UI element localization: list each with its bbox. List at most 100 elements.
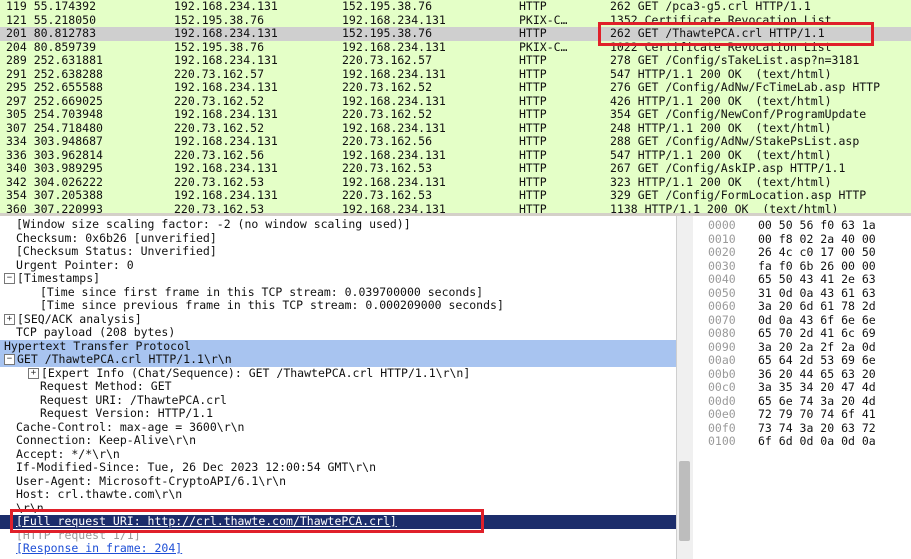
hex-bytes[interactable]: 3a 35 34 20 47 4d [758, 380, 876, 395]
packet-row[interactable]: 360 307.220993 220.73.162.53 192.168.234.1… [0, 201, 911, 213]
packet-info: 288 GET /Config/AdNw/StakePsList.asp [610, 134, 860, 148]
detail-row[interactable]: Checksum: 0x6b26 [unverified] [0, 231, 676, 246]
packet-destination: 192.168.234.131 [342, 12, 446, 27]
hex-bytes[interactable]: 00 50 56 f0 63 1a [758, 218, 876, 233]
packet-protocol: HTTP [519, 93, 547, 108]
detail-row[interactable]: Cache-Control: max-age = 3600\r\n [0, 420, 676, 435]
packet-row[interactable]: 119 55.174392 192.168.234.131 152.195.38.7… [0, 0, 911, 14]
detail-row-text: [SEQ/ACK analysis] [17, 311, 142, 326]
detail-row-text: Urgent Pointer: 0 [16, 257, 134, 272]
hex-bytes[interactable]: 36 20 44 65 63 20 [758, 367, 876, 382]
detail-row[interactable]: Host: crl.thawte.com\r\n [0, 487, 676, 502]
packet-row[interactable]: 307 254.718480 220.73.162.52 192.168.234.1… [0, 120, 911, 135]
detail-row-text: User-Agent: Microsoft-CryptoAPI/6.1\r\n [16, 473, 287, 488]
detail-row-text: Request Version: HTTP/1.1 [40, 406, 214, 420]
packet-source: 192.168.234.131 [174, 80, 278, 94]
hex-row: 0020 26 4c c0 17 00 50 [700, 245, 911, 260]
hex-row: 0030 fa f0 6b 26 00 00 [700, 259, 911, 274]
hex-bytes[interactable]: 26 4c c0 17 00 50 [758, 245, 876, 260]
collapse-icon[interactable]: − [4, 354, 15, 365]
packet-source: 192.168.234.131 [174, 107, 278, 121]
packet-no-time: 289 252.631881 [6, 53, 103, 67]
detail-row-text: [Time since first frame in this TCP stre… [40, 284, 484, 299]
hex-offset: 0080 [708, 326, 736, 340]
packet-destination: 220.73.162.52 [342, 80, 433, 94]
packet-info: 547 HTTP/1.1 200 OK (text/html) [610, 66, 832, 81]
packet-destination: 192.168.234.131 [342, 120, 446, 135]
detail-row[interactable]: User-Agent: Microsoft-CryptoAPI/6.1\r\n [0, 473, 676, 489]
packet-source: 152.195.38.76 [174, 39, 265, 54]
hex-bytes[interactable]: 72 79 70 74 6f 41 [758, 407, 876, 422]
packet-protocol: HTTP [519, 120, 547, 135]
packet-row[interactable]: 291 252.638288 220.73.162.57 192.168.234.1… [0, 66, 911, 81]
details-scrollbar[interactable] [676, 216, 693, 559]
hex-bytes[interactable]: 65 6e 74 3a 20 4d [758, 394, 876, 409]
detail-row[interactable]: − GET /ThawtePCA.crl HTTP/1.1\r\n [0, 352, 676, 367]
packet-row[interactable]: 295 252.655588 192.168.234.131 220.73.162.… [0, 80, 911, 95]
detail-row[interactable]: Accept: */*\r\n [0, 447, 676, 462]
detail-row[interactable]: [Response in frame: 204] [0, 541, 676, 556]
hex-offset: 0000 [708, 218, 736, 232]
detail-row[interactable]: Request Method: GET [0, 379, 676, 394]
detail-row[interactable]: − [Timestamps] [0, 271, 676, 286]
detail-row[interactable]: + [SEQ/ACK analysis] [0, 311, 676, 327]
expand-icon[interactable]: + [28, 367, 39, 379]
hex-offset: 0070 [708, 312, 736, 327]
packet-row[interactable]: 297 252.669025 220.73.162.52 192.168.234.1… [0, 93, 911, 108]
detail-row-text: [Checksum Status: Unverified] [16, 244, 217, 258]
detail-row[interactable]: [Window size scaling factor: -2 (no wind… [0, 217, 676, 232]
packet-row[interactable]: 340 303.989295 192.168.234.131 220.73.162.… [0, 161, 911, 176]
packet-source: 192.168.234.131 [174, 26, 278, 40]
packet-row[interactable]: 336 303.962814 220.73.162.56 192.168.234.1… [0, 147, 911, 162]
packet-row[interactable]: 305 254.703948 192.168.234.131 220.73.162.… [0, 107, 911, 122]
hex-offset: 00c0 [708, 380, 736, 394]
detail-row[interactable]: + [Expert Info (Chat/Sequence): GET /Thaw… [0, 366, 676, 381]
detail-row-text[interactable]: [Response in frame: 204] [16, 541, 182, 555]
hex-offset: 00a0 [708, 353, 736, 367]
packet-no-time: 201 80.812783 [6, 26, 97, 40]
hex-bytes[interactable]: 65 70 2d 41 6c 69 [758, 326, 876, 341]
detail-row[interactable]: Request URI: /ThawtePCA.crl [0, 393, 676, 408]
hex-bytes[interactable]: 65 64 2d 53 69 6e [758, 353, 876, 368]
detail-row[interactable]: Hypertext Transfer Protocol [0, 339, 676, 353]
packet-no-time: 340 303.989295 [6, 161, 103, 175]
hex-bytes[interactable]: 65 50 43 41 2e 63 [758, 272, 876, 287]
detail-row[interactable]: [Time since first frame in this TCP stre… [0, 284, 676, 300]
packet-no-time: 291 252.638288 [6, 66, 103, 81]
detail-row[interactable]: TCP payload (208 bytes) [0, 325, 676, 340]
expand-icon[interactable]: + [4, 313, 15, 325]
detail-row[interactable]: Urgent Pointer: 0 [0, 257, 676, 273]
hex-offset: 0090 [708, 339, 736, 354]
detail-row[interactable]: Request Version: HTTP/1.1 [0, 406, 676, 421]
hex-bytes[interactable]: 6f 6d 0d 0a 0d 0a [758, 434, 876, 449]
detail-row[interactable]: [Checksum Status: Unverified] [0, 244, 676, 259]
packet-details-tree: [Window size scaling factor: -2 (no wind… [0, 216, 676, 559]
hex-bytes[interactable]: fa f0 6b 26 00 00 [758, 259, 876, 274]
hex-bytes[interactable]: 3a 20 6d 61 78 2d [758, 299, 876, 314]
packet-bytes-hex: 0000 00 50 56 f0 63 1a 0010 00 f8 02 2a 40 … [700, 216, 911, 559]
detail-row[interactable]: If-Modified-Since: Tue, 26 Dec 2023 12:0… [0, 460, 676, 475]
packet-row[interactable]: 354 307.205388 192.168.234.131 220.73.162.… [0, 188, 911, 203]
hex-row: 00f0 73 74 3a 20 63 72 [700, 421, 911, 436]
hex-bytes[interactable]: 0d 0a 43 6f 6e 6e [758, 313, 876, 328]
hex-bytes[interactable]: 73 74 3a 20 63 72 [758, 421, 876, 436]
detail-row[interactable]: [Time since previous frame in this TCP s… [0, 298, 676, 313]
packet-destination: 152.195.38.76 [342, 0, 433, 13]
packet-row[interactable]: 342 304.026222 220.73.162.53 192.168.234.1… [0, 175, 911, 189]
packet-row[interactable]: 334 303.948687 192.168.234.131 220.73.162.… [0, 134, 911, 149]
packet-info: 1138 HTTP/1.1 200 OK (text/html) [610, 201, 839, 213]
detail-row[interactable]: Connection: Keep-Alive\r\n [0, 433, 676, 448]
hex-bytes[interactable]: 00 f8 02 2a 40 00 [758, 232, 876, 247]
packet-info: 547 HTTP/1.1 200 OK (text/html) [610, 147, 832, 162]
details-scrollbar-thumb[interactable] [679, 461, 690, 541]
packet-protocol: HTTP [519, 134, 547, 148]
packet-destination: 192.168.234.131 [342, 147, 446, 162]
hex-bytes[interactable]: 3a 20 2a 2f 2a 0d [758, 340, 876, 355]
packet-no-time: 119 55.174392 [6, 0, 97, 13]
packet-protocol: PKIX-C… [519, 12, 568, 27]
collapse-icon[interactable]: − [4, 273, 15, 284]
packet-info: 426 HTTP/1.1 200 OK (text/html) [610, 93, 832, 108]
packet-row[interactable]: 289 252.631881 192.168.234.131 220.73.162.… [0, 53, 911, 68]
hex-bytes[interactable]: 31 0d 0a 43 61 63 [758, 286, 876, 301]
hex-offset: 0020 [708, 245, 736, 259]
